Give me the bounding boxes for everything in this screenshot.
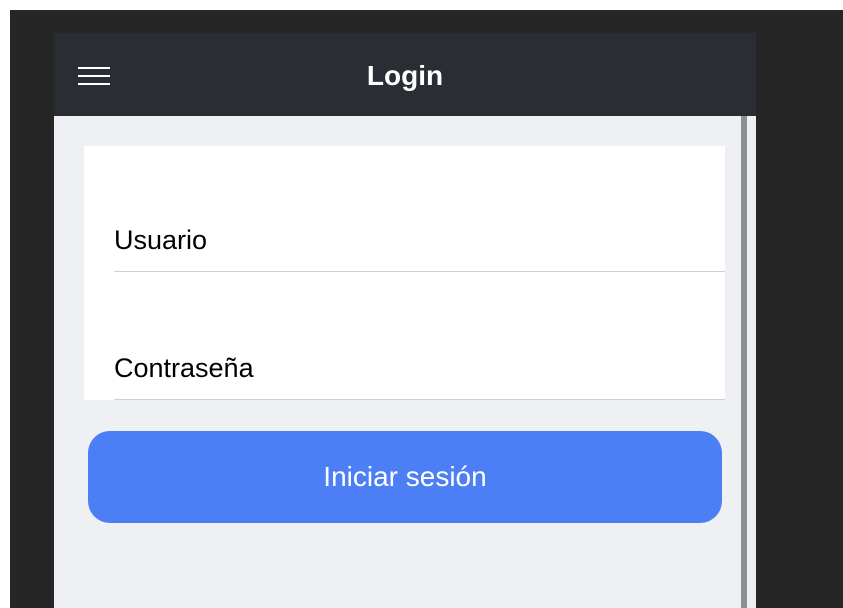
password-input[interactable] xyxy=(114,348,714,388)
menu-line xyxy=(78,83,110,85)
username-input[interactable] xyxy=(114,220,714,260)
navigation-header: Login xyxy=(54,33,756,116)
menu-line xyxy=(78,67,110,69)
window-top-edge xyxy=(0,0,843,10)
username-field-container xyxy=(114,204,725,272)
page-title: Login xyxy=(366,60,444,91)
hamburger-menu-icon[interactable] xyxy=(78,67,110,85)
login-form xyxy=(84,146,725,400)
window-left-edge xyxy=(0,0,10,608)
app-screen: Login Iniciar sesión xyxy=(54,33,756,608)
password-field-container xyxy=(114,332,725,400)
login-button[interactable]: Iniciar sesión xyxy=(88,431,722,523)
vertical-scrollbar[interactable] xyxy=(741,116,747,608)
menu-line xyxy=(78,75,110,77)
